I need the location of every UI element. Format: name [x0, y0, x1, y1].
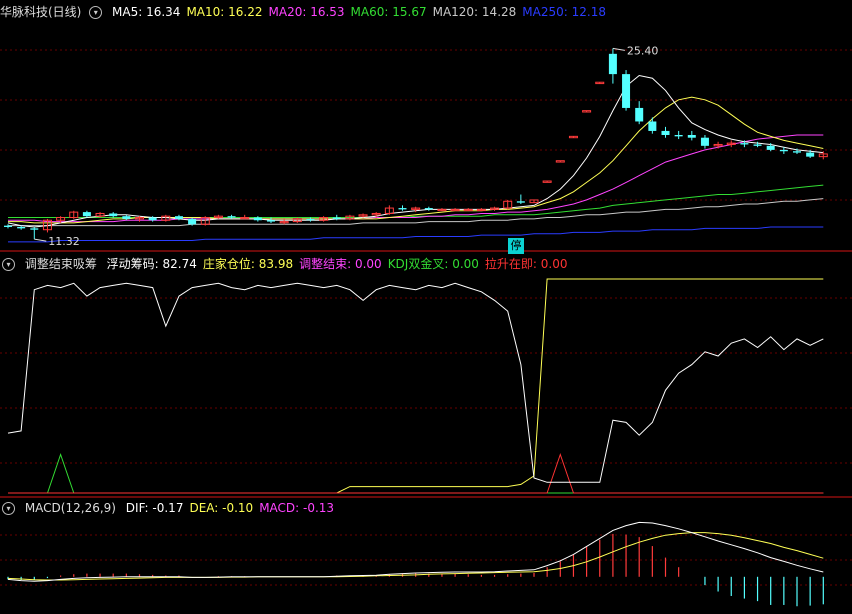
macd-header: ▾ MACD(12,26,9) DIF: -0.17 DEA: -0.10 MACD… [0, 500, 346, 516]
candle-body [608, 53, 617, 75]
candle-body [267, 220, 275, 222]
low-marker [34, 238, 47, 242]
ma-value-label-3: MA60: 15.67 [350, 5, 427, 19]
candle-body [306, 218, 315, 221]
stock-name[interactable]: 华脉科技(日线) [0, 5, 81, 19]
macd-title[interactable]: MACD(12,26,9) [25, 501, 116, 515]
dif-line [7, 521, 824, 582]
candle-body [332, 217, 341, 219]
candle-body [227, 216, 236, 218]
candle-body [253, 217, 262, 221]
candle-body [793, 151, 801, 153]
candle-body [82, 212, 91, 217]
candle-body [622, 74, 631, 108]
high-marker [612, 47, 625, 51]
indicator-chart[interactable] [7, 278, 824, 494]
ma60-line [8, 184, 824, 218]
indicator-value-label-0: 浮动筹码: 82.74 [106, 257, 197, 271]
candle-body [398, 208, 407, 210]
candle-body [516, 201, 525, 203]
ma-value-label-5: MA250: 12.18 [522, 5, 606, 19]
candle-body [806, 152, 815, 157]
candle-body [424, 208, 433, 210]
chart-canvas[interactable]: 25.40 11.32 [0, 0, 852, 614]
ma-value-label-4: MA120: 14.28 [432, 5, 517, 19]
floating-chips-line [7, 282, 824, 483]
indicator-header: ▾ 调整结束吸筹 浮动筹码: 82.74 庄家仓位: 83.98 调整结束: 0.0… [0, 256, 580, 272]
candle-body [17, 227, 26, 229]
candle-body [779, 149, 788, 152]
indicator-value-label-3: KDJ双金叉: 0.00 [387, 257, 479, 271]
macd-value-label-2: MACD: -0.13 [259, 501, 335, 515]
candle-body [109, 213, 118, 217]
ma10-line [8, 96, 824, 224]
candle-body [766, 145, 775, 150]
candle-body [174, 216, 183, 219]
pull-up-imminent-line [8, 452, 824, 494]
candle-body [740, 143, 749, 145]
high-price-label: 25.40 [627, 44, 659, 57]
ma-value-label-0: MA5: 16.34 [112, 5, 181, 19]
candle-body [30, 228, 39, 230]
indicator-value-label-2: 调整结束: 0.00 [299, 257, 382, 271]
candle-body [635, 107, 644, 122]
chevron-down-icon[interactable]: ▾ [2, 502, 15, 515]
candle-body [122, 216, 131, 219]
kdj-double-cross-line [8, 452, 824, 494]
chevron-down-icon[interactable]: ▾ [89, 6, 103, 19]
price-header: 华脉科技(日线) ▾ MA5: 16.34 MA10: 16.22 MA20: 16… [0, 4, 618, 20]
indicator-value-label-4: 拉升在即: 0.00 [484, 257, 568, 271]
candle-body [674, 135, 683, 137]
suspension-badge[interactable]: 停 [508, 238, 524, 254]
ma-value-label-2: MA20: 16.53 [268, 5, 345, 19]
ma-value-label-1: MA10: 16.22 [186, 5, 263, 19]
candle-body [4, 225, 12, 227]
macd-value-label-1: DEA: -0.10 [189, 501, 254, 515]
candle-body [148, 217, 157, 221]
candle-body [687, 135, 696, 138]
candle-body [700, 137, 709, 146]
candle-body [648, 121, 657, 131]
candle-body [753, 144, 762, 146]
main-position-line [8, 278, 824, 494]
indicator-value-label-1: 庄家仓位: 83.98 [202, 257, 294, 271]
candle-body [661, 130, 670, 135]
low-price-label: 11.32 [48, 235, 80, 248]
indicator-title[interactable]: 调整结束吸筹 [25, 257, 97, 271]
candle-body [188, 218, 197, 225]
ma250-line [8, 226, 824, 243]
macd-value-label-0: DIF: -0.17 [125, 501, 184, 515]
price-chart[interactable] [4, 47, 828, 243]
chevron-down-icon[interactable]: ▾ [2, 258, 15, 271]
